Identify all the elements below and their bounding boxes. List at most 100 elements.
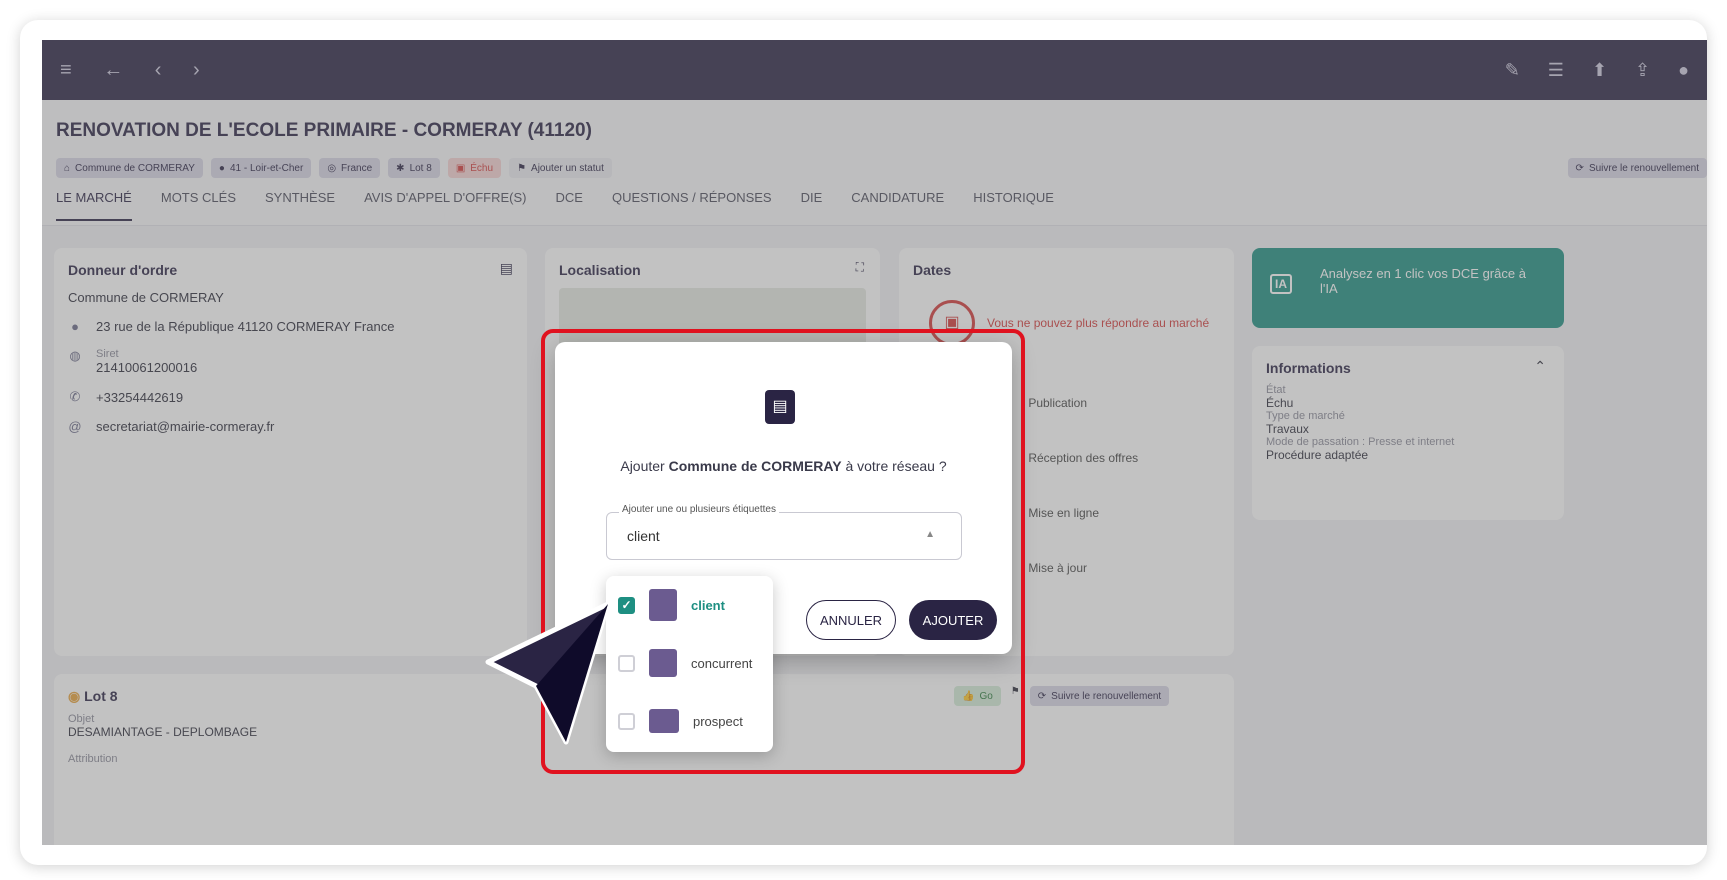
- date-row: 18/02/2026 ● Mise en ligne: [929, 506, 1099, 520]
- bank-icon: ⌂: [64, 162, 71, 174]
- tab-questions[interactable]: QUESTIONS / RÉPONSES: [612, 190, 772, 221]
- contact-card-icon[interactable]: ▤: [500, 260, 513, 277]
- flag-icon[interactable]: ⚑: [1011, 686, 1020, 706]
- buyer-name: Commune de CORMERAY: [68, 290, 224, 305]
- edit-icon[interactable]: ✎: [1505, 60, 1520, 81]
- map-card-title: Localisation: [559, 262, 641, 278]
- tab-bar: LE MARCHÉ MOTS CLÉS SYNTHÈSE AVIS D'APPE…: [56, 190, 1054, 221]
- lot-icon: ◉: [68, 688, 81, 704]
- map-card: Localisation ⛶: [545, 248, 880, 656]
- menu-icon[interactable]: ≡: [60, 59, 72, 81]
- fullscreen-icon[interactable]: ⛶: [856, 260, 864, 275]
- chip-label: Échu: [470, 162, 494, 174]
- chip-label: France: [341, 162, 373, 174]
- tab-synthese[interactable]: SYNTHÈSE: [265, 190, 335, 221]
- back-arrow-icon[interactable]: ←: [103, 59, 123, 81]
- info-card: Informations ⌃ État Échu Type de marché …: [1252, 346, 1564, 520]
- phone-icon: ✆: [69, 389, 81, 404]
- date-row: 04/02/2026 ● Réception des offres 12:00: [929, 451, 1138, 479]
- ia-text: Analysez en 1 clic vos DCE grâce à l'IA: [1320, 266, 1526, 296]
- follow-renewal-button[interactable]: ⟳ Suivre le renouvellement: [1567, 158, 1707, 178]
- previous-icon[interactable]: ‹: [155, 59, 162, 81]
- filters-icon[interactable]: ☰: [1548, 60, 1564, 81]
- ia-chip-icon: IA: [1270, 274, 1292, 294]
- follow-label: Suivre le renouvellement: [1051, 690, 1162, 702]
- tab-historique[interactable]: HISTORIQUE: [973, 190, 1054, 221]
- collapse-icon[interactable]: ⌃: [1534, 358, 1546, 375]
- alert-icon[interactable]: ●: [1678, 60, 1689, 81]
- tender-header: RENOVATION DE L'ECOLE PRIMAIRE - CORMERA…: [42, 100, 1707, 226]
- timeline-dot-icon: ●: [1005, 506, 1013, 520]
- date-row: 14/01/2026 ● Publication: [929, 396, 1087, 410]
- go-label: Go: [979, 690, 993, 702]
- app-window: ≡ ← ‹ › ✎ ☰ ⬆ ⇪ ● RENOVATION DE L'ECOLE …: [42, 40, 1707, 845]
- siret-label: Siret: [96, 348, 119, 360]
- buyer-card: Donneur d'ordre ▤ Commune de CORMERAY ● 2…: [54, 248, 527, 656]
- chip-label: 41 - Loir-et-Cher: [229, 162, 304, 174]
- toolbar-icons: ✎ ☰ ⬆ ⇪ ●: [1505, 60, 1689, 81]
- date-value: 14/01/2026: [929, 396, 990, 410]
- tab-die[interactable]: DIE: [801, 190, 823, 221]
- upload-icon[interactable]: ⬆: [1592, 60, 1607, 81]
- chip-lot[interactable]: ✱ Lot 8: [388, 158, 440, 178]
- tab-candidature[interactable]: CANDIDATURE: [851, 190, 944, 221]
- expired-alert: Vous ne pouvez plus répondre au marché: [987, 316, 1210, 330]
- flag-icon: ⚑: [517, 162, 527, 174]
- location-icon: ●: [71, 319, 79, 334]
- top-bar: ≡ ← ‹ › ✎ ☰ ⬆ ⇪ ●: [42, 40, 1707, 100]
- date-time: 12:00: [965, 465, 996, 479]
- mode-value: Procédure adaptée: [1266, 448, 1369, 462]
- page-title: RENOVATION DE L'ECOLE PRIMAIRE - CORMERA…: [56, 120, 592, 141]
- lot-actions: 👍 Go ⚑ ⟳ Suivre le renouvellement: [954, 686, 1170, 706]
- etat-label: État: [1266, 384, 1286, 396]
- thumb-up-icon: 👍: [962, 690, 975, 702]
- chip-status[interactable]: ▣ Échu: [447, 158, 502, 178]
- follow-label: Suivre le renouvellement: [1588, 162, 1699, 174]
- map[interactable]: [559, 288, 866, 348]
- objet-label: Objet: [68, 713, 95, 725]
- chip-label: Lot 8: [409, 162, 432, 174]
- next-icon[interactable]: ›: [193, 59, 200, 81]
- chip-add-status[interactable]: ⚑ Ajouter un statut: [509, 158, 612, 178]
- refresh-icon: ⟳: [1037, 690, 1047, 702]
- tab-marche[interactable]: LE MARCHÉ: [56, 190, 132, 221]
- date-value: 18/02/2026: [929, 561, 990, 575]
- date-label: Publication: [1028, 396, 1088, 410]
- screenshot-frame: ≡ ← ‹ › ✎ ☰ ⬆ ⇪ ● RENOVATION DE L'ECOLE …: [20, 20, 1707, 865]
- dates-card-title: Dates: [913, 262, 952, 278]
- date-label: Réception des offres: [1028, 451, 1139, 465]
- date-label: Mise à jour: [1028, 561, 1087, 575]
- email-icon: @: [68, 419, 82, 434]
- objet-value: DESAMIANTAGE - DEPLOMBAGE: [68, 725, 258, 739]
- date-value: 18/02/2026: [929, 506, 990, 520]
- fingerprint-icon: ◍: [69, 348, 81, 363]
- lot-follow-button[interactable]: ⟳ Suivre le renouvellement: [1029, 686, 1170, 706]
- buyer-address: 23 rue de la République 41120 CORMERAY F…: [96, 319, 395, 334]
- ia-banner[interactable]: IA Analysez en 1 clic vos DCE grâce à l'…: [1252, 248, 1564, 328]
- siret-value: 21410061200016: [96, 360, 198, 375]
- timeline-dot-icon: ●: [1005, 561, 1013, 575]
- chip-buyer[interactable]: ⌂ Commune de CORMERAY: [56, 158, 203, 178]
- tab-avis[interactable]: AVIS D'APPEL D'OFFRE(S): [364, 190, 526, 221]
- etat-value: Échu: [1266, 396, 1294, 410]
- date-row: 18/02/2026 ● Mise à jour 15:36: [929, 561, 1087, 589]
- date-label: Mise en ligne: [1028, 506, 1100, 520]
- dates-card: Dates ▣ Vous ne pouvez plus répondre au …: [899, 248, 1234, 656]
- type-label: Type de marché: [1266, 410, 1345, 422]
- attribution-label: Attribution: [68, 753, 118, 765]
- go-chip[interactable]: 👍 Go: [954, 686, 1001, 706]
- chip-label: Ajouter un statut: [531, 162, 604, 174]
- buyer-email[interactable]: secretariat@mairie-cormeray.fr: [96, 419, 274, 434]
- tab-dce[interactable]: DCE: [556, 190, 583, 221]
- chip-label: Commune de CORMERAY: [75, 162, 195, 174]
- chip-country[interactable]: ◎ France: [319, 158, 381, 178]
- tab-mots-cles[interactable]: MOTS CLÉS: [161, 190, 236, 221]
- globe-icon: ◎: [327, 162, 337, 174]
- buyer-phone: +33254442619: [96, 389, 184, 405]
- date-value: 04/02/2026: [929, 451, 990, 465]
- puzzle-icon: ✱: [396, 162, 405, 174]
- chip-department[interactable]: ● 41 - Loir-et-Cher: [210, 158, 312, 178]
- share-icon[interactable]: ⇪: [1635, 60, 1650, 81]
- info-card-title: Informations: [1266, 360, 1351, 376]
- timeline-dot-icon: ●: [1005, 451, 1013, 465]
